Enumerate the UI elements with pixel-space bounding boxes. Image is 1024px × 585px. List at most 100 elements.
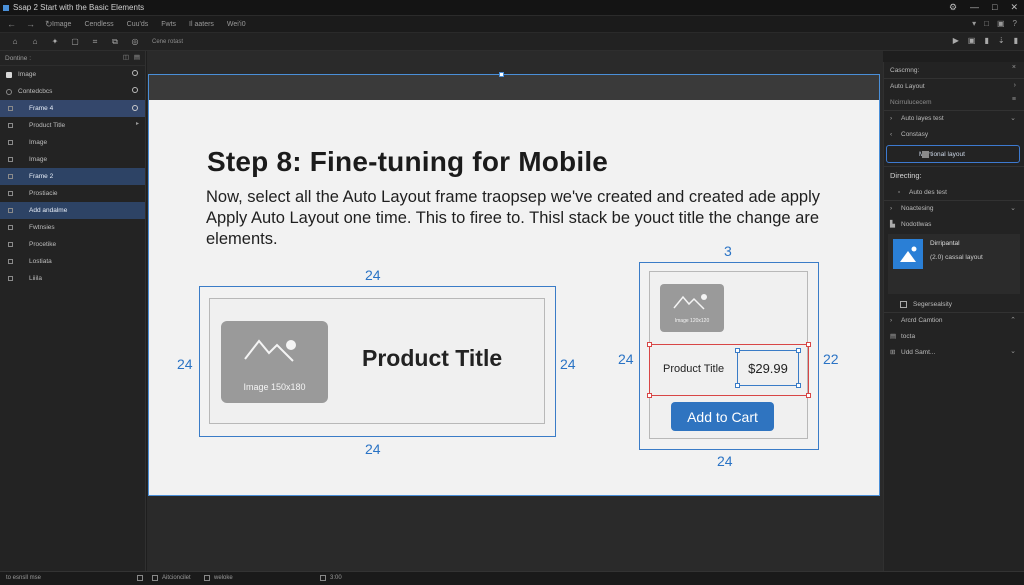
layer-label: Frame 4: [29, 105, 54, 112]
status-square-icon[interactable]: [320, 575, 326, 581]
components-icon: [6, 88, 12, 95]
selection-handle[interactable]: [735, 383, 740, 388]
auto-layout-sub-row[interactable]: Ncirrulucecem ≡: [884, 94, 1024, 110]
maximize-button[interactable]: □: [992, 2, 997, 13]
layer-item[interactable]: Image: [0, 134, 145, 151]
selection-handle[interactable]: [647, 393, 652, 398]
selection-handle[interactable]: [806, 393, 811, 398]
selection-handle[interactable]: [796, 383, 801, 388]
panel-header-label: Cascmng:: [890, 66, 920, 74]
auto-layout-test-label: Auto layes test: [901, 115, 944, 122]
status-square-icon[interactable]: [204, 575, 210, 581]
layer-item[interactable]: Image: [0, 151, 145, 168]
layer-item[interactable]: Frame 4: [0, 100, 145, 117]
help-icon[interactable]: ?: [1013, 19, 1017, 28]
slide-body-text: Now, select all the Auto Layout frame tr…: [206, 188, 821, 248]
status-square-icon[interactable]: [152, 575, 158, 581]
close-button[interactable]: ✕: [1010, 2, 1018, 13]
mobile-image-placeholder[interactable]: Image 120x120: [660, 284, 724, 332]
add-to-cart-button[interactable]: Add to Cart: [671, 402, 774, 431]
download-icon[interactable]: ⇣: [998, 36, 1005, 45]
minimize-button[interactable]: —: [970, 2, 979, 13]
chevron-right-icon[interactable]: ›: [1014, 82, 1016, 89]
layout-direction-option[interactable]: Mertional layout: [886, 145, 1020, 163]
nonctesing-row[interactable]: › Noactesing ⌄: [884, 200, 1024, 216]
chevron-down-icon[interactable]: ⌄: [1010, 204, 1016, 212]
canvas-label: Cene rotast: [152, 38, 184, 45]
chevron-down-icon[interactable]: ⌄: [1010, 347, 1016, 355]
home-icon[interactable]: ⌂: [10, 37, 20, 46]
image-row[interactable]: Image: [0, 66, 145, 83]
collapse-icon[interactable]: ◫: [123, 53, 129, 61]
selection-handle[interactable]: [647, 342, 652, 347]
mountain-image-icon: [244, 339, 296, 362]
layer-item[interactable]: Procetike: [0, 236, 145, 253]
chevron-left-icon: ‹: [890, 130, 893, 138]
present-icon[interactable]: ▣: [968, 36, 976, 45]
auto-layout-row[interactable]: Auto Layout ›: [884, 78, 1024, 94]
visibility-icon[interactable]: [132, 70, 138, 76]
layer-item[interactable]: Fwtnsies: [0, 219, 145, 236]
close-icon[interactable]: ×: [1012, 64, 1016, 71]
selection-handle[interactable]: [796, 348, 801, 353]
price-label[interactable]: $29.99: [735, 348, 801, 388]
auto-layout-test-row[interactable]: › Auto layes test ⌄: [884, 110, 1024, 126]
slide-frame[interactable]: Step 8: Fine-tuning for Mobile Now, sele…: [148, 100, 880, 496]
target-icon[interactable]: ◎: [130, 37, 140, 46]
status-mid-text: Aitcioncilet: [162, 575, 191, 581]
menu-fwts[interactable]: Fwts: [161, 21, 176, 28]
layer-item[interactable]: Frame 2: [0, 168, 145, 185]
dropdown-icon[interactable]: ▾: [972, 19, 976, 28]
visibility-icon[interactable]: [132, 105, 138, 111]
menu-cuuds[interactable]: Cuu'ds: [127, 21, 149, 28]
menu-wei[interactable]: Wei'i0: [227, 21, 246, 28]
copy-icon[interactable]: ⧉: [110, 37, 120, 47]
selection-handle[interactable]: [806, 342, 811, 347]
chevron-down-icon[interactable]: ⌄: [1010, 114, 1016, 122]
status-square-icon[interactable]: [137, 575, 143, 581]
sparkle-icon[interactable]: ✦: [50, 37, 60, 46]
back-arrow-icon[interactable]: ←: [7, 19, 16, 30]
layer-item[interactable]: Liiila: [0, 270, 145, 287]
auto-dir-test-row[interactable]: ▫ Auto des test: [884, 184, 1024, 200]
forward-arrow-icon[interactable]: →: [26, 19, 35, 30]
layer-item[interactable]: Prostiacie: [0, 185, 145, 202]
grip-icon[interactable]: ≡: [1012, 96, 1016, 103]
frame-header-strip[interactable]: [148, 74, 880, 100]
segersealsity-checkbox-row[interactable]: Segersealsity: [884, 296, 1024, 312]
frame-icon[interactable]: ▢: [70, 37, 80, 46]
panel-menu-icon[interactable]: ▤: [134, 53, 140, 61]
direction-card[interactable]: Dirripantal (2.0) cassal layout: [888, 234, 1020, 294]
layout-icon[interactable]: ▣: [997, 19, 1005, 28]
share-icon[interactable]: ▮: [984, 36, 988, 45]
frame-resize-handle[interactable]: [499, 72, 504, 77]
toota-row[interactable]: ▤ tocta: [884, 328, 1024, 344]
menu-il-aaters[interactable]: Il aaters: [189, 21, 214, 28]
layer-item[interactable]: Lostiata: [0, 253, 145, 270]
image-placeholder[interactable]: Image 150x180: [221, 321, 328, 403]
grid-icon[interactable]: ⌗: [90, 37, 100, 47]
nodeties-row[interactable]: ▙ Nodotlwas: [884, 216, 1024, 232]
components-toggle-icon[interactable]: [132, 87, 138, 93]
menu-image[interactable]: Image: [52, 21, 71, 28]
panel-toggle-icon[interactable]: ▮: [1014, 36, 1018, 45]
components-row[interactable]: Contedcbcs: [0, 83, 145, 100]
play-icon[interactable]: ▶: [953, 36, 959, 45]
checkbox-icon[interactable]: ▫: [898, 189, 905, 196]
spacing-row[interactable]: ‹ Constasy: [884, 126, 1024, 142]
mobile-padding-right-label: 22: [823, 351, 839, 367]
udd-samt-row[interactable]: ⊞ Udd Samt... ⌄: [884, 344, 1024, 360]
lock-icon[interactable]: ⌂: [30, 37, 40, 46]
layer-item[interactable]: Add andalme: [0, 202, 145, 219]
selection-handle[interactable]: [735, 348, 740, 353]
chevron-up-icon[interactable]: ⌃: [1010, 316, 1016, 324]
menu-cendless[interactable]: Cendless: [84, 21, 113, 28]
nonctesing-label: Noactesing: [901, 205, 934, 212]
chevron-right-icon: ›: [890, 205, 893, 212]
layer-item[interactable]: Product Title ▸: [0, 117, 145, 134]
checkbox[interactable]: [900, 300, 907, 308]
settings-icon[interactable]: ⚙: [949, 2, 957, 13]
panel-icon[interactable]: □: [984, 19, 989, 28]
avoid-caption-row[interactable]: › Arcrd Camtion ⌃: [884, 312, 1024, 328]
chevron-right-icon[interactable]: ▸: [136, 120, 139, 127]
